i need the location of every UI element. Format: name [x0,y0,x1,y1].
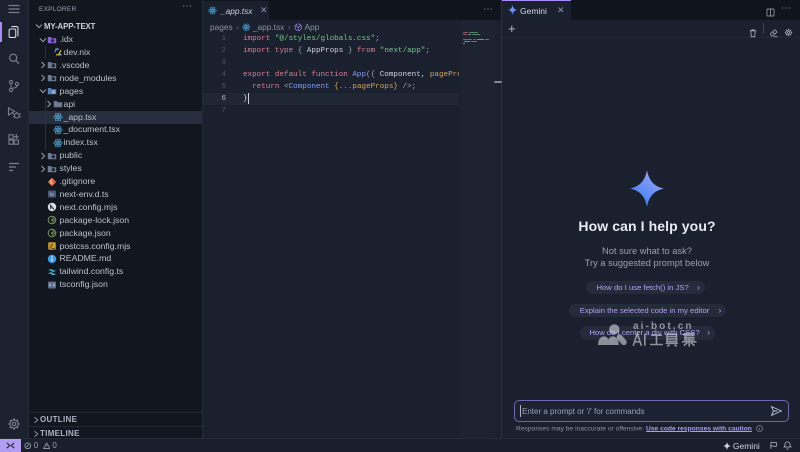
svg-text:ts: ts [50,192,54,198]
